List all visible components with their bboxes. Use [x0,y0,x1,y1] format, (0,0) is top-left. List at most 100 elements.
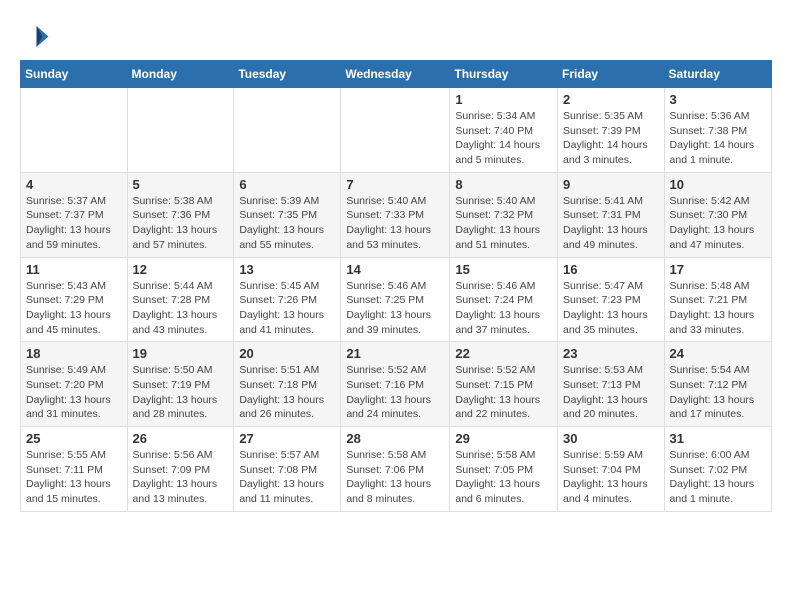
day-number: 3 [670,92,766,107]
calendar-cell [341,88,450,173]
calendar-cell: 20 Sunrise: 5:51 AM Sunset: 7:18 PM Dayli… [234,342,341,427]
day-info: Sunrise: 5:46 AM Sunset: 7:24 PM Dayligh… [455,279,552,338]
day-number: 9 [563,177,659,192]
calendar-cell: 7 Sunrise: 5:40 AM Sunset: 7:33 PM Daylig… [341,172,450,257]
calendar-cell: 14 Sunrise: 5:46 AM Sunset: 7:25 PM Dayli… [341,257,450,342]
weekday-header: Monday [127,61,234,88]
calendar-cell: 1 Sunrise: 5:34 AM Sunset: 7:40 PM Daylig… [450,88,558,173]
calendar-cell: 16Sunrise: 5:47 AM Sunset: 7:23 PM Dayli… [558,257,665,342]
calendar-week-row: 4 Sunrise: 5:37 AM Sunset: 7:37 PM Daylig… [21,172,772,257]
calendar-cell: 9 Sunrise: 5:41 AM Sunset: 7:31 PM Daylig… [558,172,665,257]
day-number: 26 [133,431,229,446]
day-info: Sunrise: 5:51 AM Sunset: 7:18 PM Dayligh… [239,363,335,422]
calendar-cell: 28Sunrise: 5:58 AM Sunset: 7:06 PM Dayli… [341,427,450,512]
day-number: 18 [26,346,122,361]
day-number: 14 [346,262,444,277]
day-number: 21 [346,346,444,361]
calendar-cell: 8 Sunrise: 5:40 AM Sunset: 7:32 PM Daylig… [450,172,558,257]
day-info: Sunrise: 5:44 AM Sunset: 7:28 PM Dayligh… [133,279,229,338]
calendar-week-row: 11Sunrise: 5:43 AM Sunset: 7:29 PM Dayli… [21,257,772,342]
logo [20,20,54,50]
day-info: Sunrise: 5:54 AM Sunset: 7:12 PM Dayligh… [670,363,766,422]
day-number: 6 [239,177,335,192]
day-number: 19 [133,346,229,361]
calendar-cell: 22 Sunrise: 5:52 AM Sunset: 7:15 PM Dayli… [450,342,558,427]
day-number: 11 [26,262,122,277]
day-info: Sunrise: 5:53 AM Sunset: 7:13 PM Dayligh… [563,363,659,422]
day-number: 15 [455,262,552,277]
day-info: Sunrise: 5:46 AM Sunset: 7:25 PM Dayligh… [346,279,444,338]
day-number: 2 [563,92,659,107]
day-number: 28 [346,431,444,446]
day-number: 1 [455,92,552,107]
day-info: Sunrise: 5:56 AM Sunset: 7:09 PM Dayligh… [133,448,229,507]
day-number: 5 [133,177,229,192]
calendar-cell: 2 Sunrise: 5:35 AM Sunset: 7:39 PM Daylig… [558,88,665,173]
calendar-cell: 12 Sunrise: 5:44 AM Sunset: 7:28 PM Dayli… [127,257,234,342]
day-info: Sunrise: 5:52 AM Sunset: 7:15 PM Dayligh… [455,363,552,422]
day-info: Sunrise: 5:40 AM Sunset: 7:32 PM Dayligh… [455,194,552,253]
weekday-header: Wednesday [341,61,450,88]
day-info: Sunrise: 5:35 AM Sunset: 7:39 PM Dayligh… [563,109,659,168]
day-number: 25 [26,431,122,446]
calendar-cell: 17 Sunrise: 5:48 AM Sunset: 7:21 PM Dayli… [664,257,771,342]
calendar-cell [21,88,128,173]
day-number: 7 [346,177,444,192]
day-number: 27 [239,431,335,446]
day-number: 4 [26,177,122,192]
weekday-header: Friday [558,61,665,88]
calendar-cell: 26 Sunrise: 5:56 AM Sunset: 7:09 PM Dayli… [127,427,234,512]
weekday-header: Saturday [664,61,771,88]
calendar-table: SundayMondayTuesdayWednesdayThursdayFrid… [20,60,772,512]
day-number: 12 [133,262,229,277]
calendar-cell: 13Sunrise: 5:45 AM Sunset: 7:26 PM Dayli… [234,257,341,342]
calendar-cell: 31 Sunrise: 6:00 AM Sunset: 7:02 PM Dayli… [664,427,771,512]
calendar-cell [234,88,341,173]
calendar-cell: 25 Sunrise: 5:55 AM Sunset: 7:11 PM Dayli… [21,427,128,512]
day-info: Sunrise: 5:55 AM Sunset: 7:11 PM Dayligh… [26,448,122,507]
day-info: Sunrise: 5:49 AM Sunset: 7:20 PM Dayligh… [26,363,122,422]
weekday-header: Thursday [450,61,558,88]
weekday-header: Sunday [21,61,128,88]
calendar-cell: 3 Sunrise: 5:36 AM Sunset: 7:38 PM Daylig… [664,88,771,173]
page-header [20,20,772,50]
calendar-cell: 23 Sunrise: 5:53 AM Sunset: 7:13 PM Dayli… [558,342,665,427]
calendar-cell: 30 Sunrise: 5:59 AM Sunset: 7:04 PM Dayli… [558,427,665,512]
day-number: 16 [563,262,659,277]
day-info: Sunrise: 5:37 AM Sunset: 7:37 PM Dayligh… [26,194,122,253]
day-info: Sunrise: 5:58 AM Sunset: 7:05 PM Dayligh… [455,448,552,507]
day-info: Sunrise: 5:36 AM Sunset: 7:38 PM Dayligh… [670,109,766,168]
day-info: Sunrise: 5:59 AM Sunset: 7:04 PM Dayligh… [563,448,659,507]
weekday-header: Tuesday [234,61,341,88]
calendar-cell: 5 Sunrise: 5:38 AM Sunset: 7:36 PM Daylig… [127,172,234,257]
day-number: 10 [670,177,766,192]
day-number: 8 [455,177,552,192]
calendar-cell: 18 Sunrise: 5:49 AM Sunset: 7:20 PM Dayli… [21,342,128,427]
calendar-cell: 10 Sunrise: 5:42 AM Sunset: 7:30 PM Dayli… [664,172,771,257]
day-number: 22 [455,346,552,361]
day-number: 23 [563,346,659,361]
day-info: Sunrise: 5:41 AM Sunset: 7:31 PM Dayligh… [563,194,659,253]
day-number: 20 [239,346,335,361]
day-info: Sunrise: 5:38 AM Sunset: 7:36 PM Dayligh… [133,194,229,253]
day-info: Sunrise: 5:42 AM Sunset: 7:30 PM Dayligh… [670,194,766,253]
weekday-header-row: SundayMondayTuesdayWednesdayThursdayFrid… [21,61,772,88]
day-info: Sunrise: 6:00 AM Sunset: 7:02 PM Dayligh… [670,448,766,507]
calendar-cell: 29Sunrise: 5:58 AM Sunset: 7:05 PM Dayli… [450,427,558,512]
day-number: 17 [670,262,766,277]
day-number: 30 [563,431,659,446]
calendar-week-row: 25 Sunrise: 5:55 AM Sunset: 7:11 PM Dayli… [21,427,772,512]
calendar-cell: 4 Sunrise: 5:37 AM Sunset: 7:37 PM Daylig… [21,172,128,257]
day-info: Sunrise: 5:48 AM Sunset: 7:21 PM Dayligh… [670,279,766,338]
day-number: 13 [239,262,335,277]
calendar-week-row: 18 Sunrise: 5:49 AM Sunset: 7:20 PM Dayli… [21,342,772,427]
day-number: 24 [670,346,766,361]
calendar-cell: 19Sunrise: 5:50 AM Sunset: 7:19 PM Dayli… [127,342,234,427]
logo-icon [20,20,50,50]
calendar-week-row: 1 Sunrise: 5:34 AM Sunset: 7:40 PM Daylig… [21,88,772,173]
day-info: Sunrise: 5:40 AM Sunset: 7:33 PM Dayligh… [346,194,444,253]
calendar-cell: 11Sunrise: 5:43 AM Sunset: 7:29 PM Dayli… [21,257,128,342]
day-info: Sunrise: 5:34 AM Sunset: 7:40 PM Dayligh… [455,109,552,168]
calendar-cell: 15 Sunrise: 5:46 AM Sunset: 7:24 PM Dayli… [450,257,558,342]
day-number: 31 [670,431,766,446]
